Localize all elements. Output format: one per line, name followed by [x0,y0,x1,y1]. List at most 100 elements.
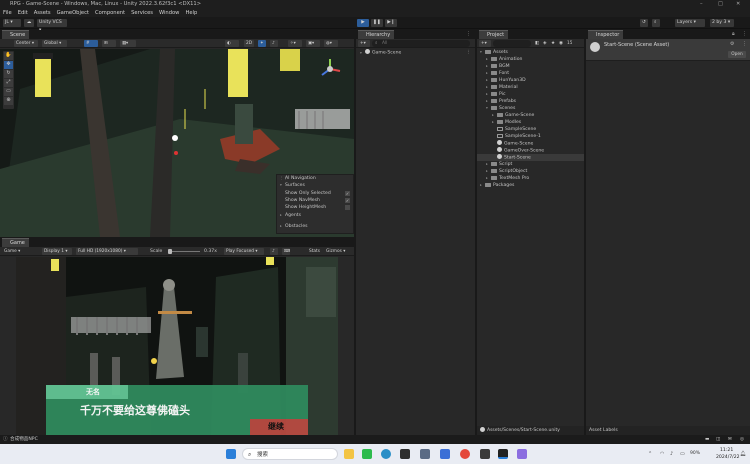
taskbar-search-box[interactable]: ⌕ 搜索 [242,448,338,460]
continue-button[interactable]: 继续 [250,419,308,435]
battery-icon[interactable]: ▭ [680,444,685,464]
menu-item-file[interactable]: File [0,9,15,17]
project-tree-item[interactable]: ▸ Game-Scene [477,112,584,119]
camera-icon[interactable]: ▣▾ [306,40,320,47]
gizmos-dropdown[interactable]: Gizmos ▾ [324,248,350,255]
lock-icon[interactable]: 🔒︎ [732,30,735,39]
pivot-center-dropdown[interactable]: Center ▾ [14,40,38,47]
project-tree-item[interactable]: ▾ Assets [477,49,584,56]
media-icon[interactable] [517,449,527,459]
inspector-menu-icon[interactable]: ⋮ [742,30,747,39]
play-focused-dropdown[interactable]: Play Focused ▾ [224,248,264,255]
scene-menu-icon[interactable]: ⋮ [466,49,471,56]
tab-project[interactable]: Project [479,30,509,39]
project-add-button[interactable]: +▾ [479,40,491,47]
global-dropdown[interactable]: Global ▾ [42,40,67,47]
unity-hub-icon[interactable] [400,449,410,459]
audio-icon[interactable]: ♪ [270,40,278,47]
hierarchy-root-item[interactable]: ▾ Game-Scene ⋮ [356,49,475,56]
nav-option-checkbox[interactable] [345,205,350,210]
scene-viewport[interactable]: ✋ ✥ ↻ ⤢ ▭ ⊕ ⋮⋮AI Navigation ▾ Surfaces Sh… [0,49,354,237]
project-tree-item[interactable]: ▸ TextMesh Pro [477,175,584,182]
tab-hierarchy[interactable]: Hierarchy [358,30,395,39]
notification-icon[interactable]: ✉ [728,435,732,444]
scale-tool-icon[interactable]: ⤢ [4,79,13,87]
close-icon[interactable]: ✕ [736,0,746,9]
project-tree-item[interactable]: SampleScene-1 [477,133,584,140]
project-tree-item[interactable]: ▸ Prefabs [477,98,584,105]
stats-button[interactable]: Stats [307,248,323,255]
tray-chevron-icon[interactable]: ⌃ [648,444,652,464]
hierarchy-menu-icon[interactable]: ⋮ [466,30,471,39]
filter-type-icon[interactable]: ◧ [535,40,539,47]
project-tree-item[interactable]: ▸ Animation [477,56,584,63]
scale-slider[interactable] [168,249,200,254]
mute-audio-icon[interactable]: ♪ [270,248,278,255]
project-tree-item[interactable]: Game-Scene [477,140,584,147]
chrome-icon[interactable] [460,449,470,459]
menu-item-window[interactable]: Window [156,9,182,17]
resolution-dropdown[interactable]: Full HD (1920x1080) ▾ [76,248,138,255]
visibility-icon[interactable]: ◉ [559,40,563,47]
hierarchy-add-button[interactable]: +▾ [358,40,370,47]
unity-running-icon[interactable] [498,449,508,459]
pause-button[interactable]: ❚❚ [371,19,383,27]
nav-option-checkbox[interactable]: ✓ [345,191,350,196]
history-icon[interactable]: ↺ [640,19,648,27]
vcs-button[interactable]: Unity VCS ▾ [37,19,67,33]
shading-icon[interactable]: ◐ [225,40,239,47]
rect-tool-icon[interactable]: ▭ [4,88,13,96]
volume-icon[interactable]: ♪ [670,444,673,464]
menu-item-help[interactable]: Help [182,9,200,17]
project-tree-item[interactable]: ▾ Scenes [477,105,584,112]
notification-bell-icon[interactable]: 🔔︎ [740,444,746,464]
lighting-icon[interactable]: ✦ [258,40,266,47]
layers-dropdown[interactable]: Layers ▾ [675,19,705,27]
menu-item-assets[interactable]: Assets [31,9,54,17]
hierarchy-search-input[interactable]: ⌕ All [372,40,470,47]
menu-item-services[interactable]: Services [128,9,156,17]
obstacles-foldout[interactable]: ▸ Obstacles [280,223,308,230]
menu-item-edit[interactable]: Edit [15,9,31,17]
account-button[interactable]: JL ▾ [3,19,21,27]
orientation-gizmo-icon[interactable] [318,57,342,81]
grid-icon[interactable]: # [84,40,98,47]
rotate-tool-icon[interactable]: ↻ [4,70,13,78]
project-tree-item[interactable]: GameOver-Scene [477,147,584,154]
cache-icon[interactable]: ◫ [716,435,720,444]
surfaces-foldout[interactable]: ▾ Surfaces [280,182,305,189]
agents-foldout[interactable]: ▸ Agents [280,212,301,219]
unity-editor-icon[interactable] [480,449,490,459]
play-button[interactable]: ▶ [357,19,369,27]
menu-item-component[interactable]: Component [92,9,128,17]
project-tree-item[interactable]: ▸ Font [477,70,584,77]
tab-scene[interactable]: Scene [2,30,30,39]
search-app-icon[interactable] [420,449,430,459]
mode-2d-toggle[interactable]: 2D [244,40,254,47]
project-tree-item[interactable]: ▸ Script [477,161,584,168]
open-button[interactable]: Open [728,51,746,58]
maximize-icon[interactable]: □ [718,0,728,9]
edge-browser-icon[interactable] [381,449,391,459]
tab-inspector[interactable]: Inspector [588,30,624,39]
hand-tool-icon[interactable]: ✋ [4,52,13,60]
gizmos-icon[interactable]: ◍▾ [324,40,338,47]
windows-start-icon[interactable] [226,449,236,459]
effects-icon[interactable]: ✧▾ [288,40,302,47]
wifi-icon[interactable]: ◠ [660,444,664,464]
project-search-input[interactable] [493,40,531,47]
tab-game[interactable]: Game [2,238,29,247]
favorite-icon[interactable]: ★ [551,40,555,47]
clock-time[interactable]: 11:21 [720,447,733,454]
scale-slider-thumb[interactable] [168,249,172,254]
search-icon[interactable]: ⌕ [652,19,660,27]
step-button[interactable]: ▶❙ [385,19,397,27]
snap-icon[interactable]: ⊞ [102,40,116,47]
shortcut-icon[interactable]: ⌨ [282,248,290,255]
settings-icon[interactable]: ⚙ [730,40,734,48]
layout-dropdown[interactable]: 2 by 3 ▾ [710,19,734,27]
store-icon[interactable] [440,449,450,459]
clock-date[interactable]: 2024/7/22 [716,454,740,461]
cloud-icon[interactable]: ☁ [24,19,34,27]
project-tree-item[interactable]: ▸ Material [477,84,584,91]
